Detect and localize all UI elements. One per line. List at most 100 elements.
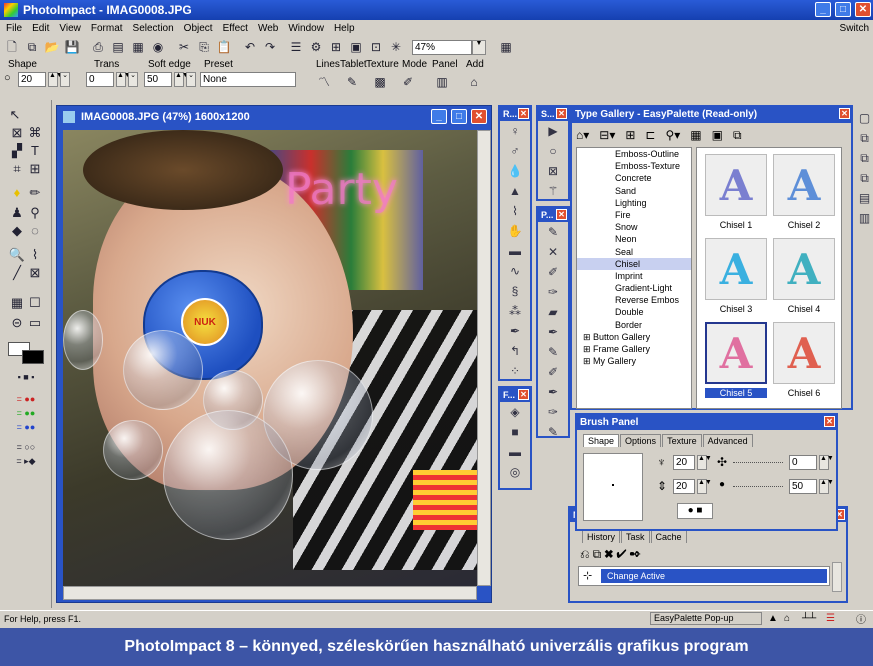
smudge-icon[interactable]: ✎ bbox=[538, 422, 568, 442]
menu-view[interactable]: View bbox=[59, 23, 81, 34]
zoom-select[interactable]: 47% bbox=[412, 39, 472, 55]
trans-spin[interactable]: ▲▼ bbox=[116, 72, 131, 87]
image-canvas[interactable]: NUK Party bbox=[63, 130, 477, 586]
menu-selection[interactable]: Selection bbox=[133, 23, 174, 34]
select-icon[interactable]: ⊠ bbox=[538, 161, 568, 181]
gallery-folder-icon[interactable]: ⊟▾ bbox=[599, 128, 615, 142]
status-triangle-icon[interactable]: ▲ bbox=[768, 613, 778, 624]
ring-f-icon[interactable]: ◎ bbox=[500, 462, 530, 482]
dock-layers-icon[interactable]: ▢ bbox=[856, 108, 873, 128]
triangle-icon[interactable]: ▲ bbox=[500, 181, 530, 201]
mode-icon[interactable]: ✐ bbox=[400, 74, 416, 90]
document-horizontal-scrollbar[interactable] bbox=[63, 586, 477, 600]
trans-field[interactable]: 0 bbox=[86, 72, 114, 87]
dock-palette-icon[interactable]: ▥ bbox=[856, 208, 873, 228]
zoom-tool-icon[interactable]: 🔍 bbox=[8, 246, 26, 264]
gallery-tree[interactable]: Emboss-Outline Emboss-Texture Concrete S… bbox=[576, 147, 692, 409]
brush-size2-spin[interactable]: ▲▼ bbox=[697, 479, 712, 494]
tab-task[interactable]: Task bbox=[621, 530, 650, 543]
lines-icon[interactable]: 〽 bbox=[316, 74, 332, 90]
history-brush-icon[interactable]: ✒ bbox=[629, 547, 644, 561]
bulb-icon[interactable]: ♀ bbox=[500, 121, 530, 141]
shape-slider-icon[interactable]: ⌄ bbox=[60, 72, 70, 87]
history-delete-icon[interactable]: ✖ bbox=[604, 547, 616, 561]
thumb-chisel-1[interactable]: A bbox=[705, 154, 767, 216]
foreground-color-swatch[interactable] bbox=[22, 350, 44, 364]
close-button[interactable]: ✕ bbox=[855, 2, 871, 17]
spray-icon[interactable]: ⁂ bbox=[500, 301, 530, 321]
view-icon[interactable]: ⊡ bbox=[368, 39, 384, 55]
status-color-icon[interactable]: ☰ bbox=[826, 613, 835, 624]
link-tool-icon[interactable]: ⊝ bbox=[8, 314, 26, 332]
texture-icon[interactable]: ▩ bbox=[372, 74, 388, 90]
fill-tool-icon[interactable]: ◆ bbox=[8, 222, 26, 240]
tree-item[interactable]: Snow bbox=[577, 221, 691, 233]
chalk-icon[interactable]: ▰ bbox=[538, 302, 568, 322]
paint-tool-icon[interactable]: ▞ bbox=[8, 142, 26, 160]
pen-r-icon[interactable]: ✒ bbox=[500, 321, 530, 341]
gallery-tree-icon[interactable]: ⊏ bbox=[645, 128, 655, 142]
picker-tool-icon[interactable]: ⌇ bbox=[26, 246, 44, 264]
grid-tool-icon[interactable]: ▦ bbox=[8, 294, 26, 312]
mode-extra2-icon[interactable]: = ▸◆ bbox=[4, 452, 48, 470]
zoom-dropdown-icon[interactable]: ▼ bbox=[472, 39, 486, 55]
softness-slider[interactable] bbox=[733, 485, 783, 487]
palette-f-close[interactable]: ✕ bbox=[518, 389, 529, 400]
softedge-field[interactable]: 50 bbox=[144, 72, 172, 87]
easypalette-popup[interactable]: EasyPalette Pop-up bbox=[650, 612, 762, 625]
print-icon[interactable]: ⎙ bbox=[90, 39, 106, 55]
history-item[interactable]: Change Active bbox=[601, 569, 827, 583]
hand-icon[interactable]: ✋ bbox=[500, 221, 530, 241]
cut-icon[interactable]: ✂ bbox=[176, 39, 192, 55]
gallery-home-icon[interactable]: ⌂▾ bbox=[576, 128, 589, 142]
gallery-add-icon[interactable]: ⊞ bbox=[625, 128, 635, 142]
tree-item[interactable]: Border bbox=[577, 319, 691, 331]
history-copy-icon[interactable]: ⧉ bbox=[593, 547, 605, 561]
thumb-chisel-5[interactable]: A bbox=[705, 322, 767, 384]
undo-icon[interactable]: ↶ bbox=[242, 39, 258, 55]
menu-window[interactable]: Window bbox=[288, 23, 324, 34]
thumb-chisel-4[interactable]: A bbox=[773, 238, 835, 300]
thumb-chisel-2[interactable]: A bbox=[773, 154, 835, 216]
brush-tool-icon[interactable]: ♦ bbox=[8, 184, 26, 202]
pen-p-icon[interactable]: ✎ bbox=[538, 342, 568, 362]
line-tool-icon[interactable]: ╱ bbox=[8, 264, 26, 282]
wand-icon[interactable]: ⚚ bbox=[538, 181, 568, 201]
add-icon[interactable]: ⌂ bbox=[466, 74, 482, 90]
history-undo-icon[interactable]: ⎌ bbox=[580, 547, 593, 561]
cross-icon[interactable]: ✕ bbox=[538, 242, 568, 262]
transform-tool-icon[interactable]: ⊠ bbox=[8, 124, 26, 142]
brush-angle-spin[interactable]: ▲▼ bbox=[819, 455, 834, 470]
tree-item[interactable]: Gradient-Light bbox=[577, 282, 691, 294]
mask-mode-icons[interactable]: ▪ ■ ▪ bbox=[4, 368, 48, 386]
preset-select[interactable]: None bbox=[200, 72, 296, 87]
tab-history[interactable]: History bbox=[582, 530, 621, 543]
curl-icon[interactable]: § bbox=[500, 281, 530, 301]
lasso-icon[interactable]: ○ bbox=[538, 141, 568, 161]
palette-r-close[interactable]: ✕ bbox=[518, 108, 529, 119]
menu-file[interactable]: File bbox=[6, 23, 22, 34]
airbrush-icon[interactable]: ✐ bbox=[538, 362, 568, 382]
marker-icon[interactable]: ✐ bbox=[538, 262, 568, 282]
status-home-icon[interactable]: ⌂ bbox=[784, 613, 790, 624]
document-vertical-scrollbar[interactable] bbox=[477, 130, 491, 586]
scan-icon[interactable]: ▦ bbox=[130, 39, 146, 55]
save-icon[interactable]: 💾 bbox=[64, 39, 80, 55]
menu-edit[interactable]: Edit bbox=[32, 23, 49, 34]
brush-size2-field[interactable]: 20 bbox=[673, 479, 695, 494]
menu-object[interactable]: Object bbox=[184, 23, 213, 34]
tree-item-selected[interactable]: Chisel bbox=[577, 257, 691, 270]
text-tool-icon[interactable]: T bbox=[26, 142, 44, 160]
open-icon[interactable]: 📂 bbox=[44, 39, 60, 55]
menu-web[interactable]: Web bbox=[258, 23, 278, 34]
swirl-icon[interactable]: ∿ bbox=[500, 261, 530, 281]
merge-icon[interactable]: ⊞ bbox=[328, 39, 344, 55]
tree-item[interactable]: Emboss-Texture bbox=[577, 160, 691, 172]
retouch-tool-icon[interactable]: ⚲ bbox=[26, 204, 44, 222]
status-ruler-icon[interactable]: ┴┴ bbox=[802, 613, 816, 624]
highlighter-icon[interactable]: ✑ bbox=[538, 402, 568, 422]
gallery-open-icon[interactable]: ▣ bbox=[712, 128, 723, 142]
softedge-slider-icon[interactable]: ⌄ bbox=[186, 72, 196, 87]
maximize-button[interactable]: □ bbox=[835, 2, 851, 17]
frame-icon[interactable]: ▣ bbox=[348, 39, 364, 55]
